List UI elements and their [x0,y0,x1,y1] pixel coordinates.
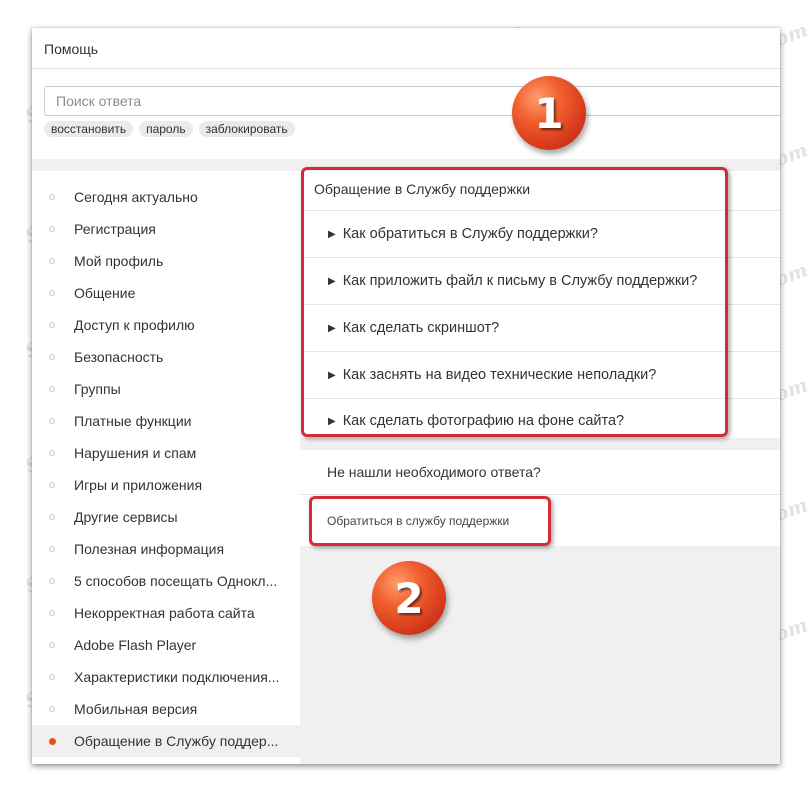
tag-restore[interactable]: восстановить [44,121,134,137]
bullet-icon [49,642,55,648]
sidebar-item-label: Общение [74,285,136,301]
sidebar-item-label: Полезная информация [74,541,225,557]
faq-card: Обращение в Службу поддержки ▶ Как обрати… [300,171,780,438]
sidebar-item-paid-features[interactable]: Платные функции [32,405,300,437]
tag-password[interactable]: пароль [139,121,193,137]
bullet-icon [49,290,55,296]
sidebar-item-label: Игры и приложения [74,477,203,493]
bullet-icon [49,418,55,424]
bullet-icon [49,482,55,488]
sidebar-item-label: 5 способов посещать Однокл... [74,573,278,589]
faq-item[interactable]: ▶ Как приложить файл к письму в Службу по… [328,273,697,289]
sidebar: Сегодня актуально Регистрация Мой профил… [32,171,300,764]
step-number: 2 [394,573,424,623]
step-badge-1: 1 [512,76,586,150]
faq-item[interactable]: ▶ Как сделать фотографию на фоне сайта? [328,413,624,429]
faq-item-label: Как заснять на видео технические неполад… [342,367,657,383]
sidebar-item-support[interactable]: Обращение в Службу поддер... [32,725,300,757]
faq-divider [300,351,780,352]
sidebar-item-my-profile[interactable]: Мой профиль [32,245,300,277]
sidebar-item-useful-info[interactable]: Полезная информация [32,533,300,565]
step-number: 1 [534,88,564,138]
contact-support-link[interactable]: Обратиться в службу поддержки [327,514,509,528]
sidebar-item-communication[interactable]: Общение [32,277,300,309]
search-input[interactable] [44,86,780,116]
sidebar-item-label: Мой профиль [74,253,164,269]
sidebar-item-security[interactable]: Безопасность [32,341,300,373]
help-card: Не нашли необходимого ответа? Обратиться… [300,450,780,546]
sidebar-item-label: Мобильная версия [74,701,198,717]
bullet-active-icon [49,737,56,745]
help-divider [300,494,780,495]
faq-item[interactable]: ▶ Как заснять на видео технические непола… [328,367,656,383]
sidebar-item-label: Некорректная работа сайта [74,605,255,621]
faq-divider [300,304,780,305]
sidebar-item-flash-player[interactable]: Adobe Flash Player [32,629,300,661]
bullet-icon [49,194,55,200]
triangle-right-icon: ▶ [328,323,336,334]
sidebar-item-label: Характеристики подключения... [74,669,280,685]
bullet-icon [49,450,55,456]
bullet-icon [49,674,55,680]
faq-item[interactable]: ▶ Как сделать скриншот? [328,320,499,336]
help-window: Помощь восстановить пароль заблокировать… [32,28,780,764]
triangle-right-icon: ▶ [328,276,336,287]
bullet-icon [49,386,55,392]
bullet-icon [49,706,55,712]
sidebar-item-label: Группы [74,381,121,397]
step-badge-2: 2 [372,561,446,635]
header-divider [32,68,780,69]
faq-item-label: Как приложить файл к письму в Службу под… [342,273,698,289]
sidebar-item-site-errors[interactable]: Некорректная работа сайта [32,597,300,629]
faq-divider [300,398,780,399]
sidebar-item-label: Доступ к профилю [74,317,195,333]
sidebar-item-profile-access[interactable]: Доступ к профилю [32,309,300,341]
main-content: Обращение в Службу поддержки ▶ Как обрати… [300,171,780,764]
sidebar-item-connection[interactable]: Характеристики подключения... [32,661,300,693]
page-title: Помощь [44,41,99,57]
faq-item-label: Как обратиться в Службу поддержки? [342,226,598,242]
sidebar-item-label: Другие сервисы [74,509,178,525]
sidebar-item-registration[interactable]: Регистрация [32,213,300,245]
bullet-icon [49,258,55,264]
bullet-icon [49,322,55,328]
sidebar-item-label: Adobe Flash Player [74,637,197,653]
sidebar-item-label: Нарушения и спам [74,445,197,461]
faq-divider [300,210,780,211]
sidebar-item-5-ways[interactable]: 5 способов посещать Однокл... [32,565,300,597]
bullet-icon [49,546,55,552]
faq-divider [300,257,780,258]
faq-item-label: Как сделать скриншот? [342,320,500,336]
sidebar-item-games[interactable]: Игры и приложения [32,469,300,501]
sidebar-item-other-services[interactable]: Другие сервисы [32,501,300,533]
bullet-icon [49,354,55,360]
section-divider [32,159,780,171]
faq-item[interactable]: ▶ Как обратиться в Службу поддержки? [328,226,598,242]
triangle-right-icon: ▶ [328,370,336,381]
bullet-icon [49,226,55,232]
sidebar-item-today[interactable]: Сегодня актуально [32,181,300,213]
bullet-icon [49,610,55,616]
sidebar-item-violations[interactable]: Нарушения и спам [32,437,300,469]
faq-title: Обращение в Службу поддержки [314,181,531,197]
sidebar-item-label: Обращение в Службу поддер... [74,733,279,749]
faq-item-label: Как сделать фотографию на фоне сайта? [342,413,625,429]
search-tags: восстановить пароль заблокировать [44,121,295,137]
sidebar-item-label: Платные функции [74,413,192,429]
sidebar-item-label: Безопасность [74,349,164,365]
tag-blocked[interactable]: заблокировать [198,121,295,137]
sidebar-item-groups[interactable]: Группы [32,373,300,405]
bullet-icon [49,514,55,520]
sidebar-item-label: Сегодня актуально [74,189,198,205]
sidebar-item-mobile[interactable]: Мобильная версия [32,693,300,725]
triangle-right-icon: ▶ [328,416,336,427]
sidebar-item-label: Регистрация [74,221,156,237]
bullet-icon [49,578,55,584]
help-question: Не нашли необходимого ответа? [327,464,541,480]
triangle-right-icon: ▶ [328,229,336,240]
